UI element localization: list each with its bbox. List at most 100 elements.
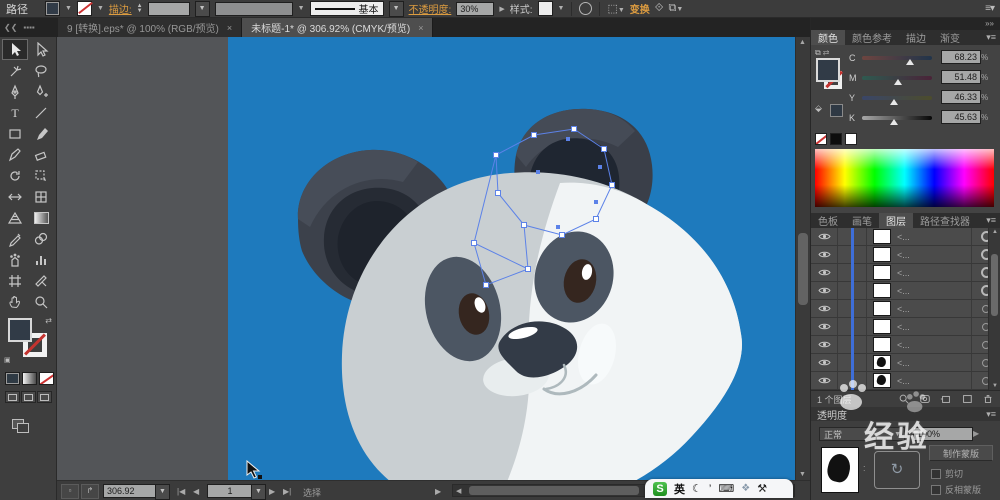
add-anchor-pen-tool[interactable] [28, 81, 54, 102]
hand-tool[interactable] [2, 291, 28, 312]
stroke-link[interactable]: 描边: [109, 1, 132, 16]
layer-row[interactable]: <... [811, 354, 1000, 372]
layer-name[interactable]: <... [897, 268, 971, 278]
first-artboard-icon[interactable]: |◀ [177, 487, 185, 496]
cyan-value-field[interactable]: 68.23 [941, 50, 981, 64]
scroll-up-icon[interactable]: ▲ [992, 229, 998, 235]
tab-color-guide[interactable]: 颜色参考 [845, 30, 899, 45]
zoom-level-field[interactable]: 306.92 [103, 484, 159, 498]
magenta-slider[interactable] [862, 76, 932, 85]
scroll-down-icon[interactable]: ▼ [799, 471, 806, 478]
visibility-eye-icon[interactable] [811, 318, 838, 335]
panel-fill-box[interactable] [816, 58, 840, 82]
tab-layers[interactable]: 图层 [879, 213, 913, 228]
visibility-eye-icon[interactable] [811, 372, 838, 389]
sogou-ime-bar[interactable]: S 英 ☾ ’ ⌨ ❖ ⚒ [645, 479, 793, 498]
stroke-dropdown-icon[interactable]: ▼ [97, 5, 104, 12]
transparency-opacity-field[interactable]: 100% [913, 427, 973, 441]
slider-thumb[interactable] [889, 119, 898, 125]
magic-wand-tool[interactable] [2, 60, 28, 81]
close-tab-icon[interactable]: × [227, 23, 232, 33]
opacity-link[interactable]: 不透明度: [409, 1, 452, 16]
fill-stroke-indicator[interactable]: ⇄ ▣ [4, 316, 52, 364]
layer-row[interactable]: <... [811, 300, 1000, 318]
artboard-canvas[interactable] [228, 37, 795, 480]
artboard-tool[interactable] [2, 270, 28, 291]
layer-name[interactable]: <... [897, 232, 971, 242]
visibility-eye-icon[interactable] [811, 228, 838, 245]
eyedropper-tool[interactable] [2, 228, 28, 249]
gradient-tool[interactable] [28, 207, 54, 228]
none-mode-button[interactable] [39, 372, 54, 385]
gradient-mode-button[interactable] [22, 372, 37, 385]
yellow-value-field[interactable]: 46.33 [941, 90, 981, 104]
layer-name[interactable]: <... [897, 286, 971, 296]
ime-skin-icon[interactable]: ❖ [741, 483, 750, 494]
isolate-selection-icon[interactable]: ⧉▼ [668, 2, 683, 15]
slider-thumb[interactable] [890, 99, 899, 105]
brush-dropdown[interactable]: ▼ [388, 0, 404, 17]
recolor-artwork-icon[interactable] [579, 2, 593, 15]
gamut-swatch[interactable] [830, 104, 843, 117]
style-dropdown[interactable]: ▼ [558, 5, 565, 12]
width-tool[interactable] [2, 186, 28, 207]
white-swatch[interactable] [845, 133, 857, 145]
style-swatch[interactable] [537, 1, 553, 16]
paintbrush-tool[interactable] [28, 123, 54, 144]
perspective-grid-tool[interactable] [2, 207, 28, 228]
draw-behind-button[interactable] [21, 391, 36, 403]
ime-language-toggle[interactable]: 英 [674, 481, 685, 497]
black-slider[interactable] [862, 116, 932, 125]
status-button-2[interactable]: ↱ [81, 484, 99, 499]
out-of-gamut-cube-icon[interactable]: ⬙ [815, 103, 822, 114]
transparency-panel-menu-icon[interactable]: ▾≡ [986, 409, 996, 420]
scroll-up-icon[interactable]: ▲ [799, 39, 806, 46]
document-tab-1[interactable]: 9 [转换].eps* @ 100% (RGB/预览) × [58, 18, 243, 37]
layers-scrollbar[interactable]: ▲ ▼ [988, 228, 1000, 390]
color-panel-menu-icon[interactable]: ▾≡ [986, 32, 996, 43]
fill-swatch[interactable] [45, 1, 60, 16]
blend-mode-dropdown[interactable]: 正常 ▼ [819, 427, 905, 441]
vertical-scroll-thumb[interactable] [798, 233, 808, 305]
layer-thumbnail[interactable] [873, 337, 891, 352]
slider-thumb[interactable] [905, 59, 914, 65]
new-layer-icon[interactable] [961, 393, 973, 405]
width-profile-dropdown[interactable]: ▼ [298, 5, 305, 12]
copy-swap-icons[interactable]: ⧉ ⇄ [815, 48, 829, 57]
free-transform-tool[interactable] [28, 165, 54, 186]
type-tool[interactable]: T [2, 102, 28, 123]
visibility-eye-icon[interactable] [811, 282, 838, 299]
layer-name[interactable]: <... [897, 358, 971, 368]
magenta-value-field[interactable]: 51.48 [941, 70, 981, 84]
transform-link[interactable]: 变换 [630, 1, 650, 16]
stroke-weight-stepper[interactable]: ▲ ▼ [137, 3, 143, 14]
delete-layer-icon[interactable] [982, 393, 994, 405]
draw-normal-button[interactable] [5, 391, 20, 403]
make-clip-mask-icon[interactable] [919, 393, 931, 405]
visibility-eye-icon[interactable] [811, 336, 838, 353]
bounding-box-icon[interactable]: ⟐ [655, 2, 664, 15]
draw-inside-button[interactable] [37, 391, 52, 403]
artboard-number-field[interactable]: 1 [207, 484, 253, 498]
layer-thumbnail[interactable] [873, 229, 891, 244]
cyan-slider[interactable] [862, 56, 932, 65]
width-profile-field[interactable] [214, 1, 293, 16]
layer-thumbnail[interactable] [873, 265, 891, 280]
layer-thumbnail[interactable] [873, 283, 891, 298]
document-tab-2[interactable]: 未标题-1* @ 306.92% (CMYK/预览) × [242, 18, 434, 37]
zoom-tool[interactable] [28, 291, 54, 312]
fill-color-box[interactable] [8, 318, 32, 342]
direct-selection-tool[interactable] [28, 39, 54, 60]
tools-panel-collapse-icon[interactable]: ❮❮ ▪▪▪▪ [0, 18, 58, 37]
invert-mask-checkbox[interactable]: 反相蒙版 [931, 483, 981, 496]
next-artboard-icon[interactable]: ▶ [269, 487, 275, 496]
ime-punct-icon[interactable]: ’ [709, 483, 711, 495]
tab-color[interactable]: 颜色 [811, 30, 845, 45]
make-mask-button[interactable]: 制作蒙版 [929, 445, 993, 461]
transparency-panel-header[interactable]: 透明度 ▾≡ [811, 407, 1000, 422]
visibility-eye-icon[interactable] [811, 264, 838, 281]
status-button-1[interactable]: ▫ [61, 484, 79, 499]
stroke-weight-field[interactable] [147, 1, 190, 16]
pen-tool[interactable] [2, 81, 28, 102]
stroke-weight-dropdown[interactable]: ▼ [194, 0, 210, 17]
